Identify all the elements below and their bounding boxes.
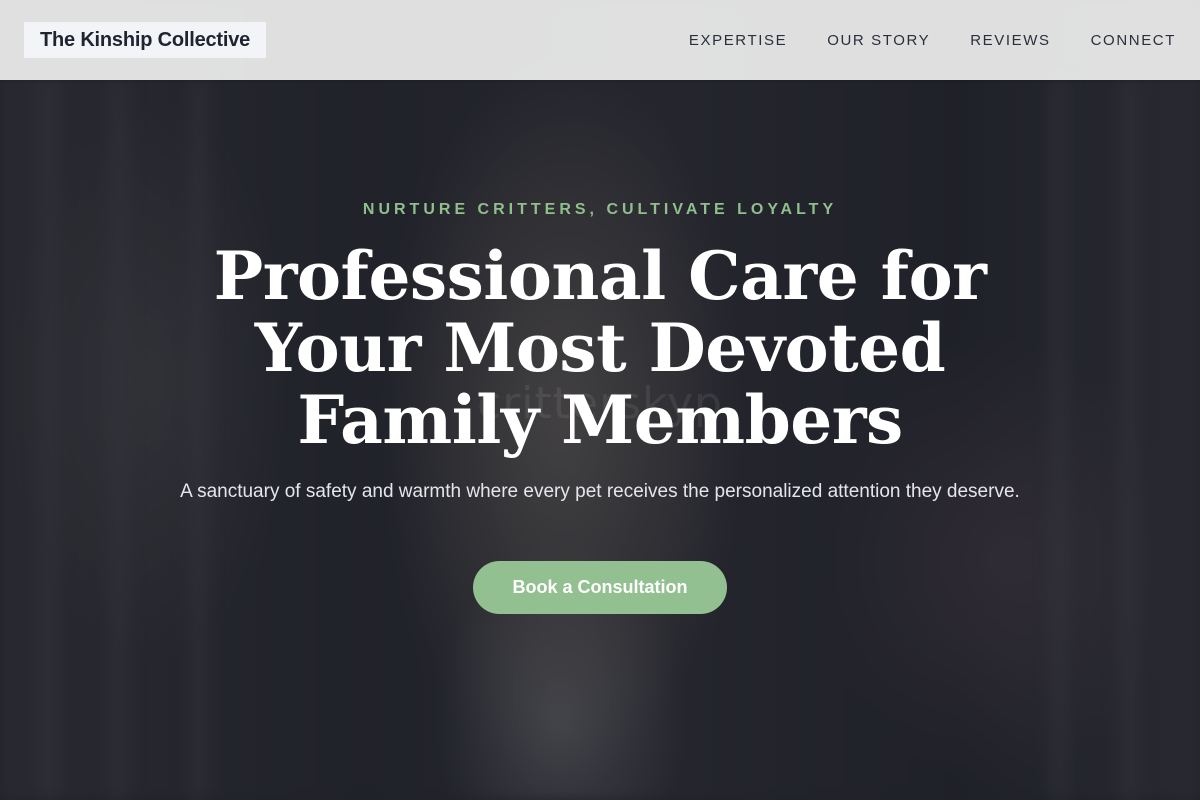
hero-tagline: NURTURE CRITTERS, CULTIVATE LOYALTY: [362, 201, 838, 218]
nav-link-connect[interactable]: CONNECT: [1091, 32, 1176, 49]
brand-logo[interactable]: The Kinship Collective: [24, 22, 267, 58]
nav-link-reviews[interactable]: REVIEWS: [970, 32, 1050, 49]
nav-link-expertise[interactable]: EXPERTISE: [689, 32, 787, 49]
page: critterskyp The Kinship Collective EXPER…: [0, 0, 1200, 800]
main-nav: EXPERTISE OUR STORY REVIEWS CONNECT: [689, 0, 1176, 80]
site-header: The Kinship Collective EXPERTISE OUR STO…: [0, 0, 1200, 80]
hero-section: NURTURE CRITTERS, CULTIVATE LOYALTY Prof…: [0, 80, 1200, 800]
book-consultation-button[interactable]: Book a Consultation: [473, 561, 727, 614]
hero-subtext: A sanctuary of safety and warmth where e…: [180, 481, 1020, 502]
hero-headline: Professional Care for Your Most Devoted …: [213, 237, 987, 459]
nav-link-our-story[interactable]: OUR STORY: [827, 32, 930, 49]
